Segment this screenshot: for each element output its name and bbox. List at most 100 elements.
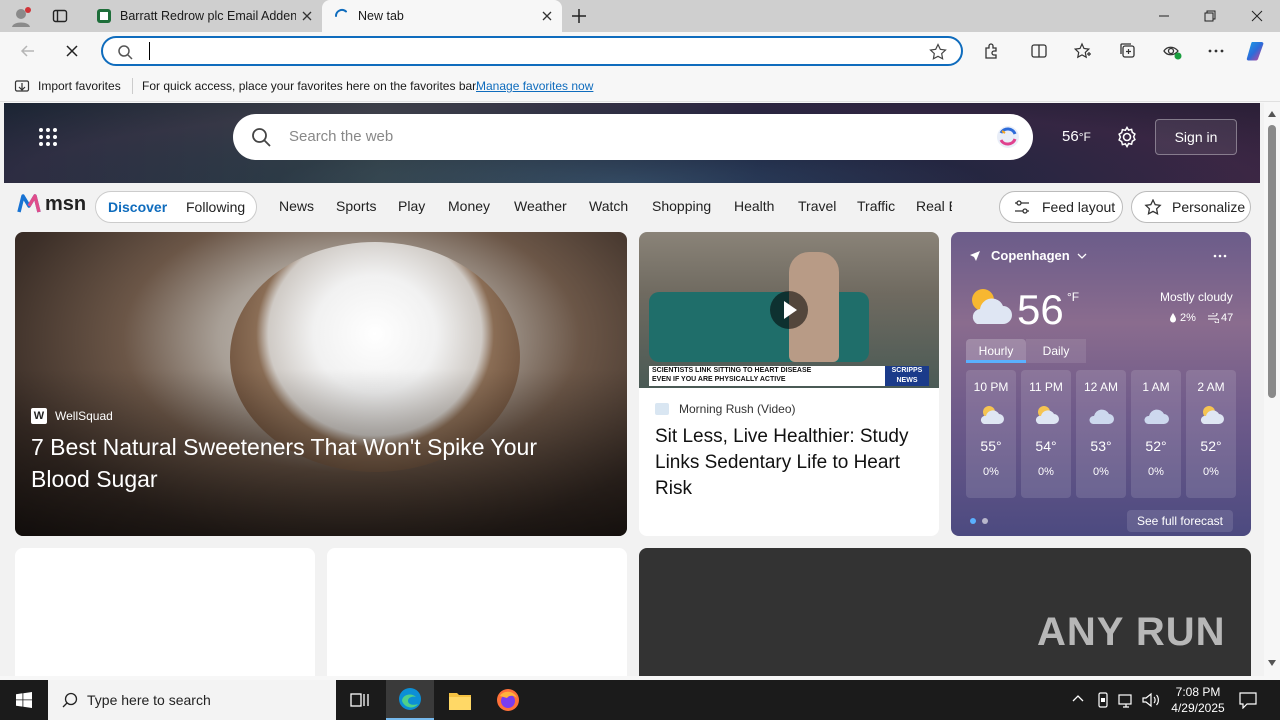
web-search-box[interactable]: Search the web [233,114,1033,160]
hour-item[interactable]: 1 AM 52° 0% [1131,370,1181,498]
nav-traffic[interactable]: Traffic [857,198,895,214]
scroll-up-icon[interactable] [1268,111,1276,117]
hour-item[interactable]: 2 AM 52° 0% [1186,370,1236,498]
hour-time: 11 PM [1029,380,1063,394]
vertical-scrollbar[interactable] [1264,103,1280,676]
article-card-placeholder[interactable] [327,548,627,676]
show-hidden-icons-icon[interactable] [1072,694,1084,702]
manage-favorites-link[interactable]: Manage favorites now [476,79,593,93]
back-button[interactable] [16,39,40,63]
import-favorites-icon[interactable] [14,78,30,94]
profile-icon[interactable] [10,6,32,28]
web-search-input[interactable]: Search the web [289,128,393,145]
see-full-forecast-link[interactable]: See full forecast [1127,510,1233,532]
tab-discover[interactable]: Discover [108,199,167,215]
taskbar-search-box[interactable]: Type here to search [48,680,336,720]
volume-icon[interactable] [1142,692,1160,708]
personalize-icon [1144,199,1162,215]
favorite-star-icon[interactable] [929,43,947,61]
anyrun-watermark: ANY RUN [1037,610,1226,655]
close-window-button[interactable] [1234,0,1280,32]
device-icon[interactable] [1096,692,1110,708]
article-headline[interactable]: 7 Best Natural Sweeteners That Won't Spi… [31,431,591,495]
start-button[interactable] [0,680,48,720]
hour-time: 2 AM [1197,380,1225,394]
tab-daily[interactable]: Daily [1026,339,1086,363]
video-article-card[interactable]: SCIENTISTS LINK SITTING TO HEART DISEASE… [639,232,939,536]
tab-barratt[interactable]: Barratt Redrow plc Email Addend [84,0,322,32]
network-icon[interactable] [1118,692,1134,708]
msn-logo[interactable]: msn [16,192,86,216]
close-tab-icon[interactable] [300,9,314,23]
msn-logo-text: msn [45,192,87,215]
scrollbar-thumb[interactable] [1268,125,1276,398]
nav-health[interactable]: Health [734,198,774,214]
favorites-icon[interactable] [1071,39,1095,63]
article-card-placeholder[interactable] [15,548,315,676]
hour-item[interactable]: 12 AM 53° 0% [1076,370,1126,498]
close-tab-icon[interactable] [540,9,554,23]
extensions-icon[interactable] [979,39,1003,63]
weather-card[interactable]: Copenhagen 56 °F Mostly cloudy 2% 47 Hou… [951,232,1251,536]
import-favorites-button[interactable]: Import favorites [38,79,121,93]
stop-loading-button[interactable] [60,39,84,63]
browser-essentials-icon[interactable] [1160,39,1184,63]
apps-launcher-icon[interactable] [38,127,58,147]
weather-temp-header[interactable]: 56°F [1062,128,1091,145]
feed-layout-button[interactable]: Feed layout [999,191,1123,223]
tab-actions-icon[interactable] [52,8,68,24]
tab-hourly-label: Hourly [978,344,1014,358]
tab-title: Barratt Redrow plc Email Addend [120,9,296,23]
personalize-button[interactable]: Personalize [1131,191,1251,223]
chevron-down-icon[interactable] [1077,252,1087,260]
copilot-search-icon[interactable] [993,123,1023,151]
nav-news[interactable]: News [279,198,314,214]
restore-button[interactable] [1187,0,1233,32]
dark-media-card[interactable]: ANY RUN [639,548,1251,676]
minimize-button[interactable] [1141,0,1187,32]
article-headline[interactable]: Sit Less, Live Healthier: Study Links Se… [655,424,927,502]
collections-icon[interactable] [1116,39,1140,63]
split-screen-icon[interactable] [1027,39,1051,63]
sign-in-button[interactable]: Sign in [1155,119,1237,155]
hero-article-card[interactable]: W WellSquad 7 Best Natural Sweeteners Th… [15,232,627,536]
play-video-icon[interactable] [769,290,809,330]
hour-item[interactable]: 11 PM 54° 0% [1021,370,1071,498]
clock[interactable]: 7:08 PM 4/29/2025 [1162,684,1234,716]
firefox-icon[interactable] [496,688,520,712]
nav-real-estate[interactable]: Real E [916,198,952,214]
wind-icon [1207,313,1219,323]
tab-new-tab[interactable]: New tab [322,0,562,32]
tab-hourly[interactable]: Hourly [966,339,1026,363]
file-explorer-icon[interactable] [448,689,472,711]
new-tab-button[interactable] [570,7,588,25]
notifications-icon[interactable] [1239,691,1257,709]
task-view-icon[interactable] [350,691,370,709]
carousel-dot[interactable] [982,518,988,524]
more-options-icon[interactable] [1213,254,1227,258]
nav-weather[interactable]: Weather [514,198,567,214]
tab-title: New tab [358,9,404,23]
nav-watch[interactable]: Watch [589,198,628,214]
search-icon [117,44,133,60]
settings-more-icon[interactable] [1204,39,1228,63]
carousel-dot-active[interactable] [970,518,976,524]
copilot-icon[interactable] [1245,39,1269,63]
nav-play[interactable]: Play [398,198,425,214]
address-bar[interactable] [101,36,963,66]
nav-travel[interactable]: Travel [798,198,836,214]
edge-taskbar-icon[interactable] [386,680,434,720]
tab-following[interactable]: Following [186,199,245,215]
address-input[interactable] [149,42,909,60]
weather-location[interactable]: Copenhagen [991,248,1070,263]
article-source: WellSquad [55,409,113,423]
page-settings-icon[interactable] [1116,126,1138,148]
hour-item[interactable]: 10 PM 55° 0% [966,370,1016,498]
nav-money[interactable]: Money [448,198,490,214]
partly-cloudy-night-icon [1198,404,1224,426]
nav-shopping[interactable]: Shopping [652,198,711,214]
partly-cloudy-icon [965,284,1013,328]
scroll-down-icon[interactable] [1268,660,1276,666]
nav-sports[interactable]: Sports [336,198,376,214]
taskbar-search-input[interactable]: Type here to search [87,692,211,708]
